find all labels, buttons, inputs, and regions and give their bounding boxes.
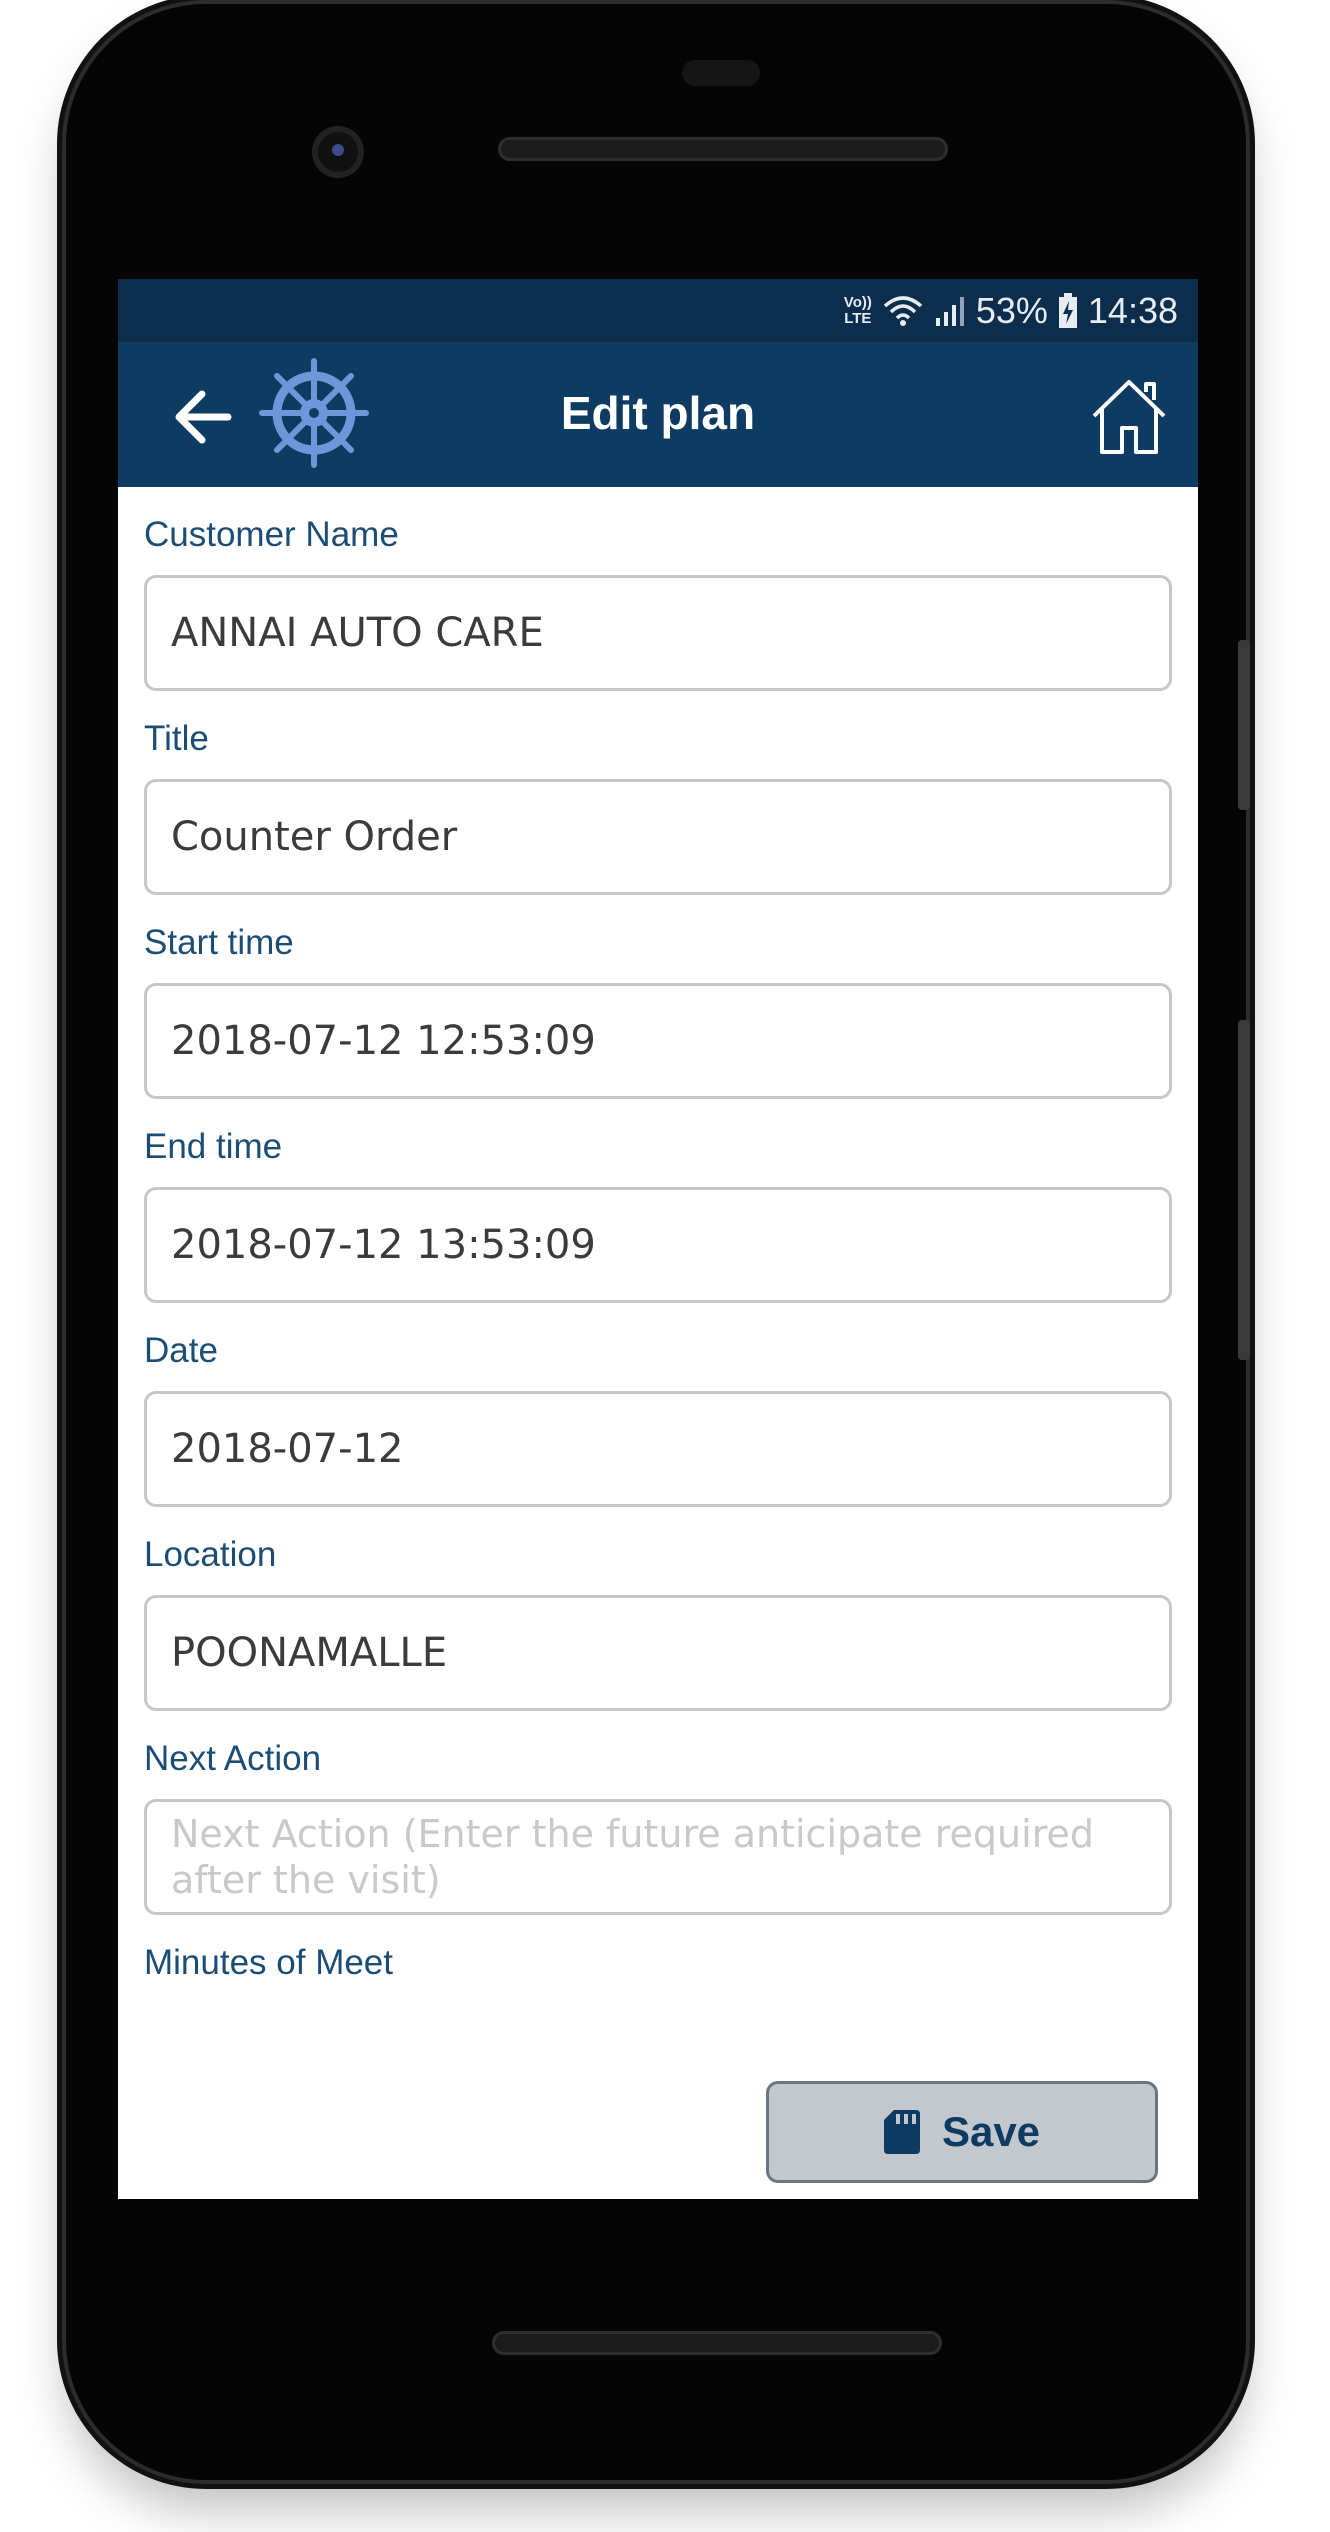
edit-plan-form: Customer Name ANNAI AUTO CARE Title Coun… (144, 487, 1172, 2003)
location-input[interactable]: POONAMALLE (144, 1595, 1172, 1711)
status-bar: Vo)) LTE 53% 14:38 (118, 279, 1198, 342)
next-action-placeholder: Next Action (Enter the future anticipate… (171, 1812, 1094, 1902)
app-screen: Vo)) LTE 53% 14:38 Edit plan Customer Na… (118, 279, 1198, 2199)
save-button-label: Save (941, 2108, 1041, 2155)
customer-name-label: Customer Name (144, 515, 399, 554)
date-label: Date (144, 1331, 218, 1370)
battery-percent: 53% (975, 289, 1048, 331)
clock: 14:38 (1087, 289, 1178, 331)
date-input[interactable]: 2018-07-12 (144, 1391, 1172, 1507)
signal-icon (935, 296, 964, 326)
title-input[interactable]: Counter Order (144, 779, 1172, 895)
next-action-label: Next Action (144, 1739, 322, 1778)
end-time-value: 2018-07-12 13:53:09 (171, 1222, 596, 1268)
power-button (1238, 640, 1250, 810)
location-label: Location (144, 1535, 277, 1574)
sd-card-icon (883, 2110, 920, 2154)
end-time-label: End time (144, 1127, 283, 1166)
customer-name-input[interactable]: ANNAI AUTO CARE (144, 575, 1172, 691)
bottom-speaker (492, 2331, 942, 2355)
title-value: Counter Order (171, 814, 458, 860)
app-bar: Edit plan (118, 342, 1198, 487)
start-time-label: Start time (144, 923, 294, 962)
minutes-of-meet-label: Minutes of Meet (144, 1943, 393, 1982)
customer-name-value: ANNAI AUTO CARE (171, 610, 544, 656)
title-label: Title (144, 719, 209, 758)
end-time-input[interactable]: 2018-07-12 13:53:09 (144, 1187, 1172, 1303)
date-value: 2018-07-12 (171, 1426, 404, 1472)
home-icon[interactable] (1088, 376, 1170, 456)
battery-charging-icon (1058, 292, 1077, 328)
wifi-icon (883, 295, 923, 326)
start-time-value: 2018-07-12 12:53:09 (171, 1018, 596, 1064)
front-camera (312, 126, 364, 178)
location-value: POONAMALLE (171, 1630, 448, 1676)
start-time-input[interactable]: 2018-07-12 12:53:09 (144, 983, 1172, 1099)
screen-title: Edit plan (560, 387, 756, 439)
save-button[interactable]: Save (766, 2081, 1158, 2183)
volte-indicator: Vo)) LTE (843, 293, 872, 327)
next-action-input[interactable]: Next Action (Enter the future anticipate… (144, 1799, 1172, 1915)
volume-rocker (1238, 1020, 1250, 1360)
proximity-sensor (682, 60, 760, 86)
earpiece-speaker (498, 137, 948, 161)
